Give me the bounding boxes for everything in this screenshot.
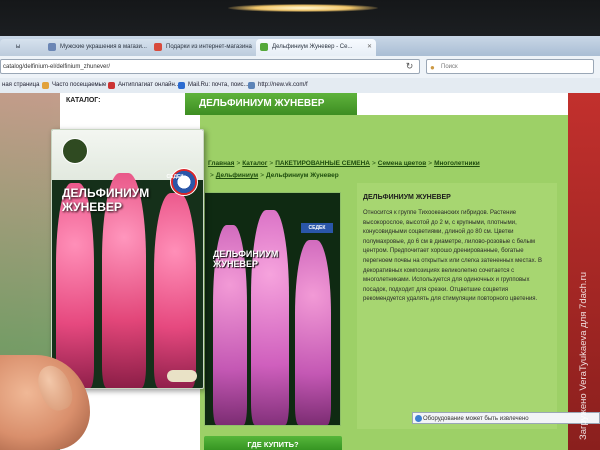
- tab-bar: ы Мужские украшения в магази... Подарки …: [0, 36, 600, 56]
- breadcrumb-perennials[interactable]: Многолетники: [434, 160, 480, 167]
- packet-emblem: [62, 138, 88, 164]
- search-placeholder: Поиск: [441, 64, 458, 70]
- bookmark-mailru[interactable]: Mail.Ru: почта, поис...: [178, 78, 249, 93]
- catalog-label: КАТАЛОГ:: [66, 97, 101, 104]
- bookmark-icon: [178, 82, 185, 89]
- pack-title: ДЕЛЬФИНИУМ ЖУНЕВЕР: [213, 249, 278, 269]
- product-description: Относится к группе Тихоокеанских гибридо…: [363, 210, 542, 303]
- address-bar[interactable]: catalog/delfinium-el/delfinium_zhunever/: [0, 59, 420, 74]
- packet-title: ДЕЛЬФИНИУМ ЖУНЕВЕР: [62, 186, 192, 214]
- search-input[interactable]: ● Поиск: [426, 59, 594, 74]
- breadcrumb-delphinium[interactable]: Дельфиниум: [216, 172, 258, 179]
- breadcrumb-separator: >: [428, 160, 433, 167]
- site-favicon-icon: [154, 43, 162, 51]
- breadcrumb-separator: >: [260, 172, 264, 179]
- url-text: catalog/delfinium-el/delfinium_zhunever/: [3, 64, 111, 70]
- watermark: Загружено VeraTyukaeva для 7dach.ru: [578, 271, 589, 440]
- flower-spike: [295, 240, 331, 425]
- search-engine-icon: ●: [430, 63, 435, 72]
- bookmark-most-visited[interactable]: Часто посещаемые: [42, 78, 106, 93]
- breadcrumb-home[interactable]: Главная: [208, 160, 234, 167]
- bookmark-label: Mail.Ru: почта, поис...: [188, 82, 249, 88]
- seed-packet-photo: СЕДЕК ДЕЛЬФИНИУМ ЖУНЕВЕР: [51, 129, 204, 389]
- info-icon: [415, 415, 422, 422]
- packet-title-line2: ЖУНЕВЕР: [62, 200, 122, 214]
- breadcrumb-separator: >: [236, 160, 241, 167]
- page-title: ДЕЛЬФИНИУМ ЖУНЕВЕР: [185, 93, 357, 115]
- tab-delphinium[interactable]: Дельфиниум Жуневер - Се... ✕: [256, 39, 376, 56]
- reload-icon[interactable]: ↻: [404, 61, 415, 72]
- pack-title-line1: ДЕЛЬФИНИУМ: [213, 249, 279, 259]
- navigation-bar: catalog/delfinium-el/delfinium_zhunever/…: [0, 56, 600, 79]
- bookmark-vk[interactable]: http://new.vk.com/f: [248, 78, 308, 93]
- where-to-buy-button[interactable]: ГДЕ КУПИТЬ?: [204, 436, 342, 450]
- close-icon[interactable]: ✕: [367, 39, 372, 56]
- lamp-reflection: [228, 4, 378, 12]
- notification-text: Оборудование может быть извлечено: [423, 416, 529, 422]
- flower-spike: [251, 210, 289, 425]
- bookmark-label: Часто посещаемые: [52, 82, 107, 88]
- packet-label: [167, 370, 197, 382]
- breadcrumb-packaged-seeds[interactable]: ПАКЕТИРОВАННЫЕ СЕМЕНА: [275, 160, 370, 167]
- breadcrumb-catalog[interactable]: Каталог: [242, 160, 267, 167]
- bookmark-icon: [42, 82, 49, 89]
- breadcrumb: Главная > Каталог > ПАКЕТИРОВАННЫЕ СЕМЕНА > Се…: [208, 158, 538, 182]
- brand-logo: СЕДЕК: [301, 223, 333, 233]
- tab-label: Мужские украшения в магази...: [60, 44, 147, 50]
- bookmark-start-page[interactable]: ная страница: [0, 78, 39, 93]
- bookmarks-bar: ная страница Часто посещаемые Антиплагиа…: [0, 78, 600, 94]
- packet-title-line1: ДЕЛЬФИНИУМ: [62, 186, 150, 200]
- breadcrumb-separator: >: [371, 160, 376, 167]
- tab-men-jewelry[interactable]: Мужские украшения в магази...: [44, 39, 164, 56]
- breadcrumb-separator: >: [210, 172, 214, 179]
- pack-title-line2: ЖУНЕВЕР: [213, 259, 258, 269]
- bookmark-label: Антиплагиат онлайн...: [118, 82, 180, 88]
- breadcrumb-current: Дельфиниум Жуневер: [266, 172, 339, 179]
- flower-spike: [154, 193, 196, 388]
- site-favicon-icon: [260, 43, 268, 51]
- tab-gifts[interactable]: Подарки из интернет-магазина: [150, 39, 270, 56]
- bookmark-label: http://new.vk.com/f: [258, 82, 308, 88]
- bookmark-icon: [248, 82, 255, 89]
- bookmark-label: ная страница: [2, 82, 40, 88]
- tab-label: Дельфиниум Жуневер - Се...: [272, 44, 353, 50]
- bookmark-icon: [108, 82, 115, 89]
- tab-label: Подарки из интернет-магазина: [166, 44, 252, 50]
- product-image[interactable]: ДЕЛЬФИНИУМ ЖУНЕВЕР СЕДЕК: [204, 192, 341, 426]
- bookmark-antiplagiat[interactable]: Антиплагиат онлайн...: [108, 78, 180, 93]
- product-name: ДЕЛЬФИНИУМ ЖУНЕВЕР: [363, 194, 451, 201]
- site-favicon-icon: [48, 43, 56, 51]
- breadcrumb-flower-seeds[interactable]: Семена цветов: [378, 160, 427, 167]
- tab-label: ы: [16, 44, 21, 50]
- system-notification[interactable]: Оборудование может быть извлечено: [412, 412, 600, 424]
- breadcrumb-separator: >: [269, 160, 274, 167]
